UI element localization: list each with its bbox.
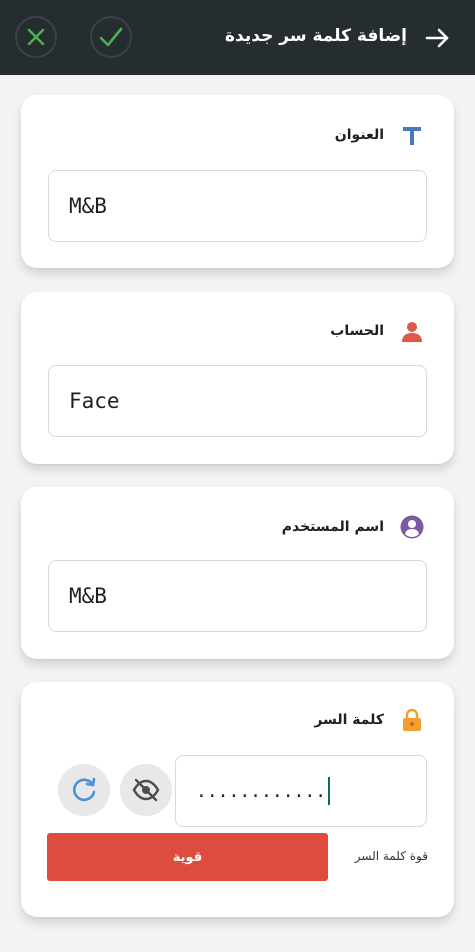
close-icon	[27, 28, 45, 46]
username-card: اسم المستخدم M&B	[21, 487, 454, 659]
app-header: إضافة كلمة سر جديدة	[0, 0, 475, 75]
regenerate-password-button[interactable]	[58, 764, 110, 816]
cancel-button[interactable]	[15, 16, 57, 58]
account-value: Face	[69, 389, 120, 413]
check-icon	[99, 27, 123, 47]
toggle-visibility-button[interactable]	[120, 764, 172, 816]
password-label: كلمة السر	[314, 712, 384, 728]
title-label: العنوان	[334, 127, 384, 143]
account-card: الحساب Face	[21, 292, 454, 464]
title-value: M&B	[69, 194, 107, 218]
confirm-button[interactable]	[90, 16, 132, 58]
password-input[interactable]: ............	[175, 755, 427, 827]
arrow-right-icon[interactable]	[421, 22, 453, 54]
refresh-icon	[73, 777, 96, 802]
password-card: كلمة السر ............ قوية قوة كلمة الس…	[21, 682, 454, 917]
password-strength-bar: قوية	[47, 833, 328, 881]
page-title: إضافة كلمة سر جديدة	[225, 26, 407, 46]
username-label: اسم المستخدم	[281, 519, 384, 535]
text-t-icon	[403, 127, 421, 145]
password-strength-label: قوة كلمة السر	[354, 849, 428, 863]
username-value: M&B	[69, 584, 107, 608]
username-input[interactable]: M&B	[48, 560, 427, 632]
strength-value: قوية	[172, 849, 203, 865]
lock-icon	[403, 708, 421, 731]
text-cursor	[328, 777, 331, 805]
account-input[interactable]: Face	[48, 365, 427, 437]
title-input[interactable]: M&B	[48, 170, 427, 242]
account-label: الحساب	[330, 323, 384, 339]
eye-off-icon	[132, 778, 160, 802]
password-value: ............	[196, 780, 327, 802]
title-card: العنوان M&B	[21, 95, 454, 268]
person-icon	[402, 322, 422, 342]
user-circle-icon	[400, 515, 424, 539]
